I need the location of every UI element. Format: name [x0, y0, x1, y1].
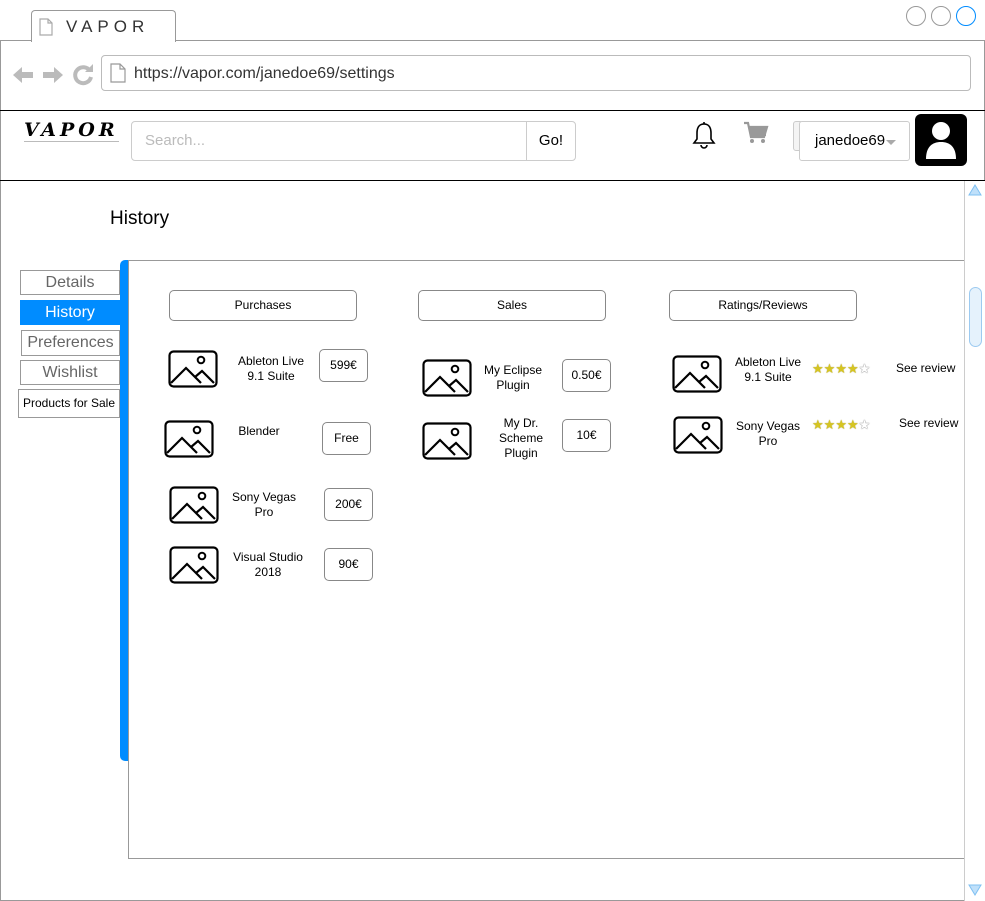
- sale-price: 10€: [562, 419, 611, 452]
- close-button[interactable]: [956, 6, 976, 26]
- star-filled-icon: ★: [823, 417, 836, 432]
- star-empty-icon: ★: [858, 417, 871, 432]
- search-input[interactable]: Search...: [131, 121, 527, 161]
- purchase-item-name: Visual Studio 2018: [233, 550, 303, 579]
- rated-item-name: Sony Vegas Pro: [735, 419, 801, 448]
- purchases-header-button[interactable]: Purchases: [169, 290, 357, 321]
- page-title: History: [110, 208, 170, 229]
- star-rating: ★★★★★: [812, 417, 870, 433]
- avatar[interactable]: [915, 114, 967, 166]
- scroll-up-arrow-icon[interactable]: [968, 184, 982, 196]
- product-image-icon: [673, 416, 723, 454]
- star-filled-icon: ★: [812, 361, 824, 376]
- scrollbar-thumb[interactable]: [969, 287, 982, 347]
- document-icon: [39, 18, 53, 36]
- navigation-bar: https://vapor.com/janedoe69/settings: [0, 41, 985, 110]
- panel-accent-bar: [120, 260, 128, 761]
- star-filled-icon: ★: [835, 361, 847, 376]
- ratings-header-button[interactable]: Ratings/Reviews: [669, 290, 857, 321]
- username-label: janedoe69: [815, 132, 886, 149]
- purchase-item-name: Sony Vegas Pro: [231, 490, 297, 519]
- bell-icon[interactable]: [692, 121, 716, 149]
- address-bar[interactable]: https://vapor.com/janedoe69/settings: [101, 55, 971, 91]
- vapor-logo[interactable]: VAPOR: [24, 119, 119, 142]
- user-dropdown[interactable]: janedoe69: [799, 121, 910, 161]
- product-image-icon: [672, 355, 722, 393]
- see-review-link[interactable]: See review: [899, 416, 958, 430]
- product-image-icon: [169, 486, 219, 524]
- url-text: https://vapor.com/janedoe69/settings: [134, 65, 395, 82]
- star-empty-icon: ★: [858, 361, 871, 376]
- product-image-icon: [422, 422, 472, 460]
- star-filled-icon: ★: [846, 361, 859, 376]
- menu-item-wishlist[interactable]: Wishlist: [20, 360, 120, 385]
- browser-tab[interactable]: VAPOR: [31, 10, 176, 42]
- menu-item-products-for-sale[interactable]: Products for Sale: [18, 389, 120, 418]
- minimize-button[interactable]: [906, 6, 926, 26]
- tab-bar: VAPOR: [0, 0, 985, 42]
- star-filled-icon: ★: [846, 417, 859, 432]
- shopping-cart-icon[interactable]: [742, 119, 770, 147]
- go-button[interactable]: Go!: [526, 121, 576, 161]
- user-icon: [926, 122, 956, 159]
- purchase-item-name: Ableton Live 9.1 Suite: [237, 354, 305, 383]
- forward-arrow-icon[interactable]: [41, 63, 65, 87]
- maximize-button[interactable]: [931, 6, 951, 26]
- product-image-icon: [422, 359, 472, 397]
- rated-item-name: Ableton Live 9.1 Suite: [734, 355, 802, 384]
- sale-item-name: My Dr. Scheme Plugin: [498, 416, 544, 460]
- sale-price: 0.50€: [562, 359, 611, 392]
- purchase-price: Free: [322, 422, 371, 455]
- scroll-down-arrow-icon[interactable]: [968, 884, 982, 896]
- product-image-icon: [168, 350, 218, 388]
- purchase-price: 599€: [319, 349, 368, 382]
- back-arrow-icon[interactable]: [11, 63, 35, 87]
- chevron-down-icon: [886, 140, 896, 145]
- star-filled-icon: ★: [823, 361, 836, 376]
- menu-item-preferences[interactable]: Preferences: [21, 330, 120, 356]
- site-header: VAPOR Search... Go! janedoe69: [0, 110, 985, 181]
- product-image-icon: [164, 420, 214, 458]
- purchase-price: 90€: [324, 548, 373, 581]
- menu-item-history[interactable]: History: [20, 300, 120, 325]
- purchase-price: 200€: [324, 488, 373, 521]
- sale-item-name: My Eclipse Plugin: [483, 363, 542, 392]
- tab-title: VAPOR: [66, 17, 150, 36]
- product-image-icon: [169, 546, 219, 584]
- reload-icon[interactable]: [71, 63, 95, 87]
- menu-item-details[interactable]: Details: [20, 270, 120, 295]
- see-review-link[interactable]: See review: [896, 361, 955, 375]
- vertical-scrollbar[interactable]: [964, 181, 985, 901]
- page-icon: [110, 63, 126, 83]
- star-rating: ★★★★★: [812, 361, 870, 377]
- sales-header-button[interactable]: Sales: [418, 290, 606, 321]
- star-filled-icon: ★: [835, 417, 847, 432]
- star-filled-icon: ★: [812, 417, 824, 432]
- purchase-item-name: Blender: [238, 424, 280, 438]
